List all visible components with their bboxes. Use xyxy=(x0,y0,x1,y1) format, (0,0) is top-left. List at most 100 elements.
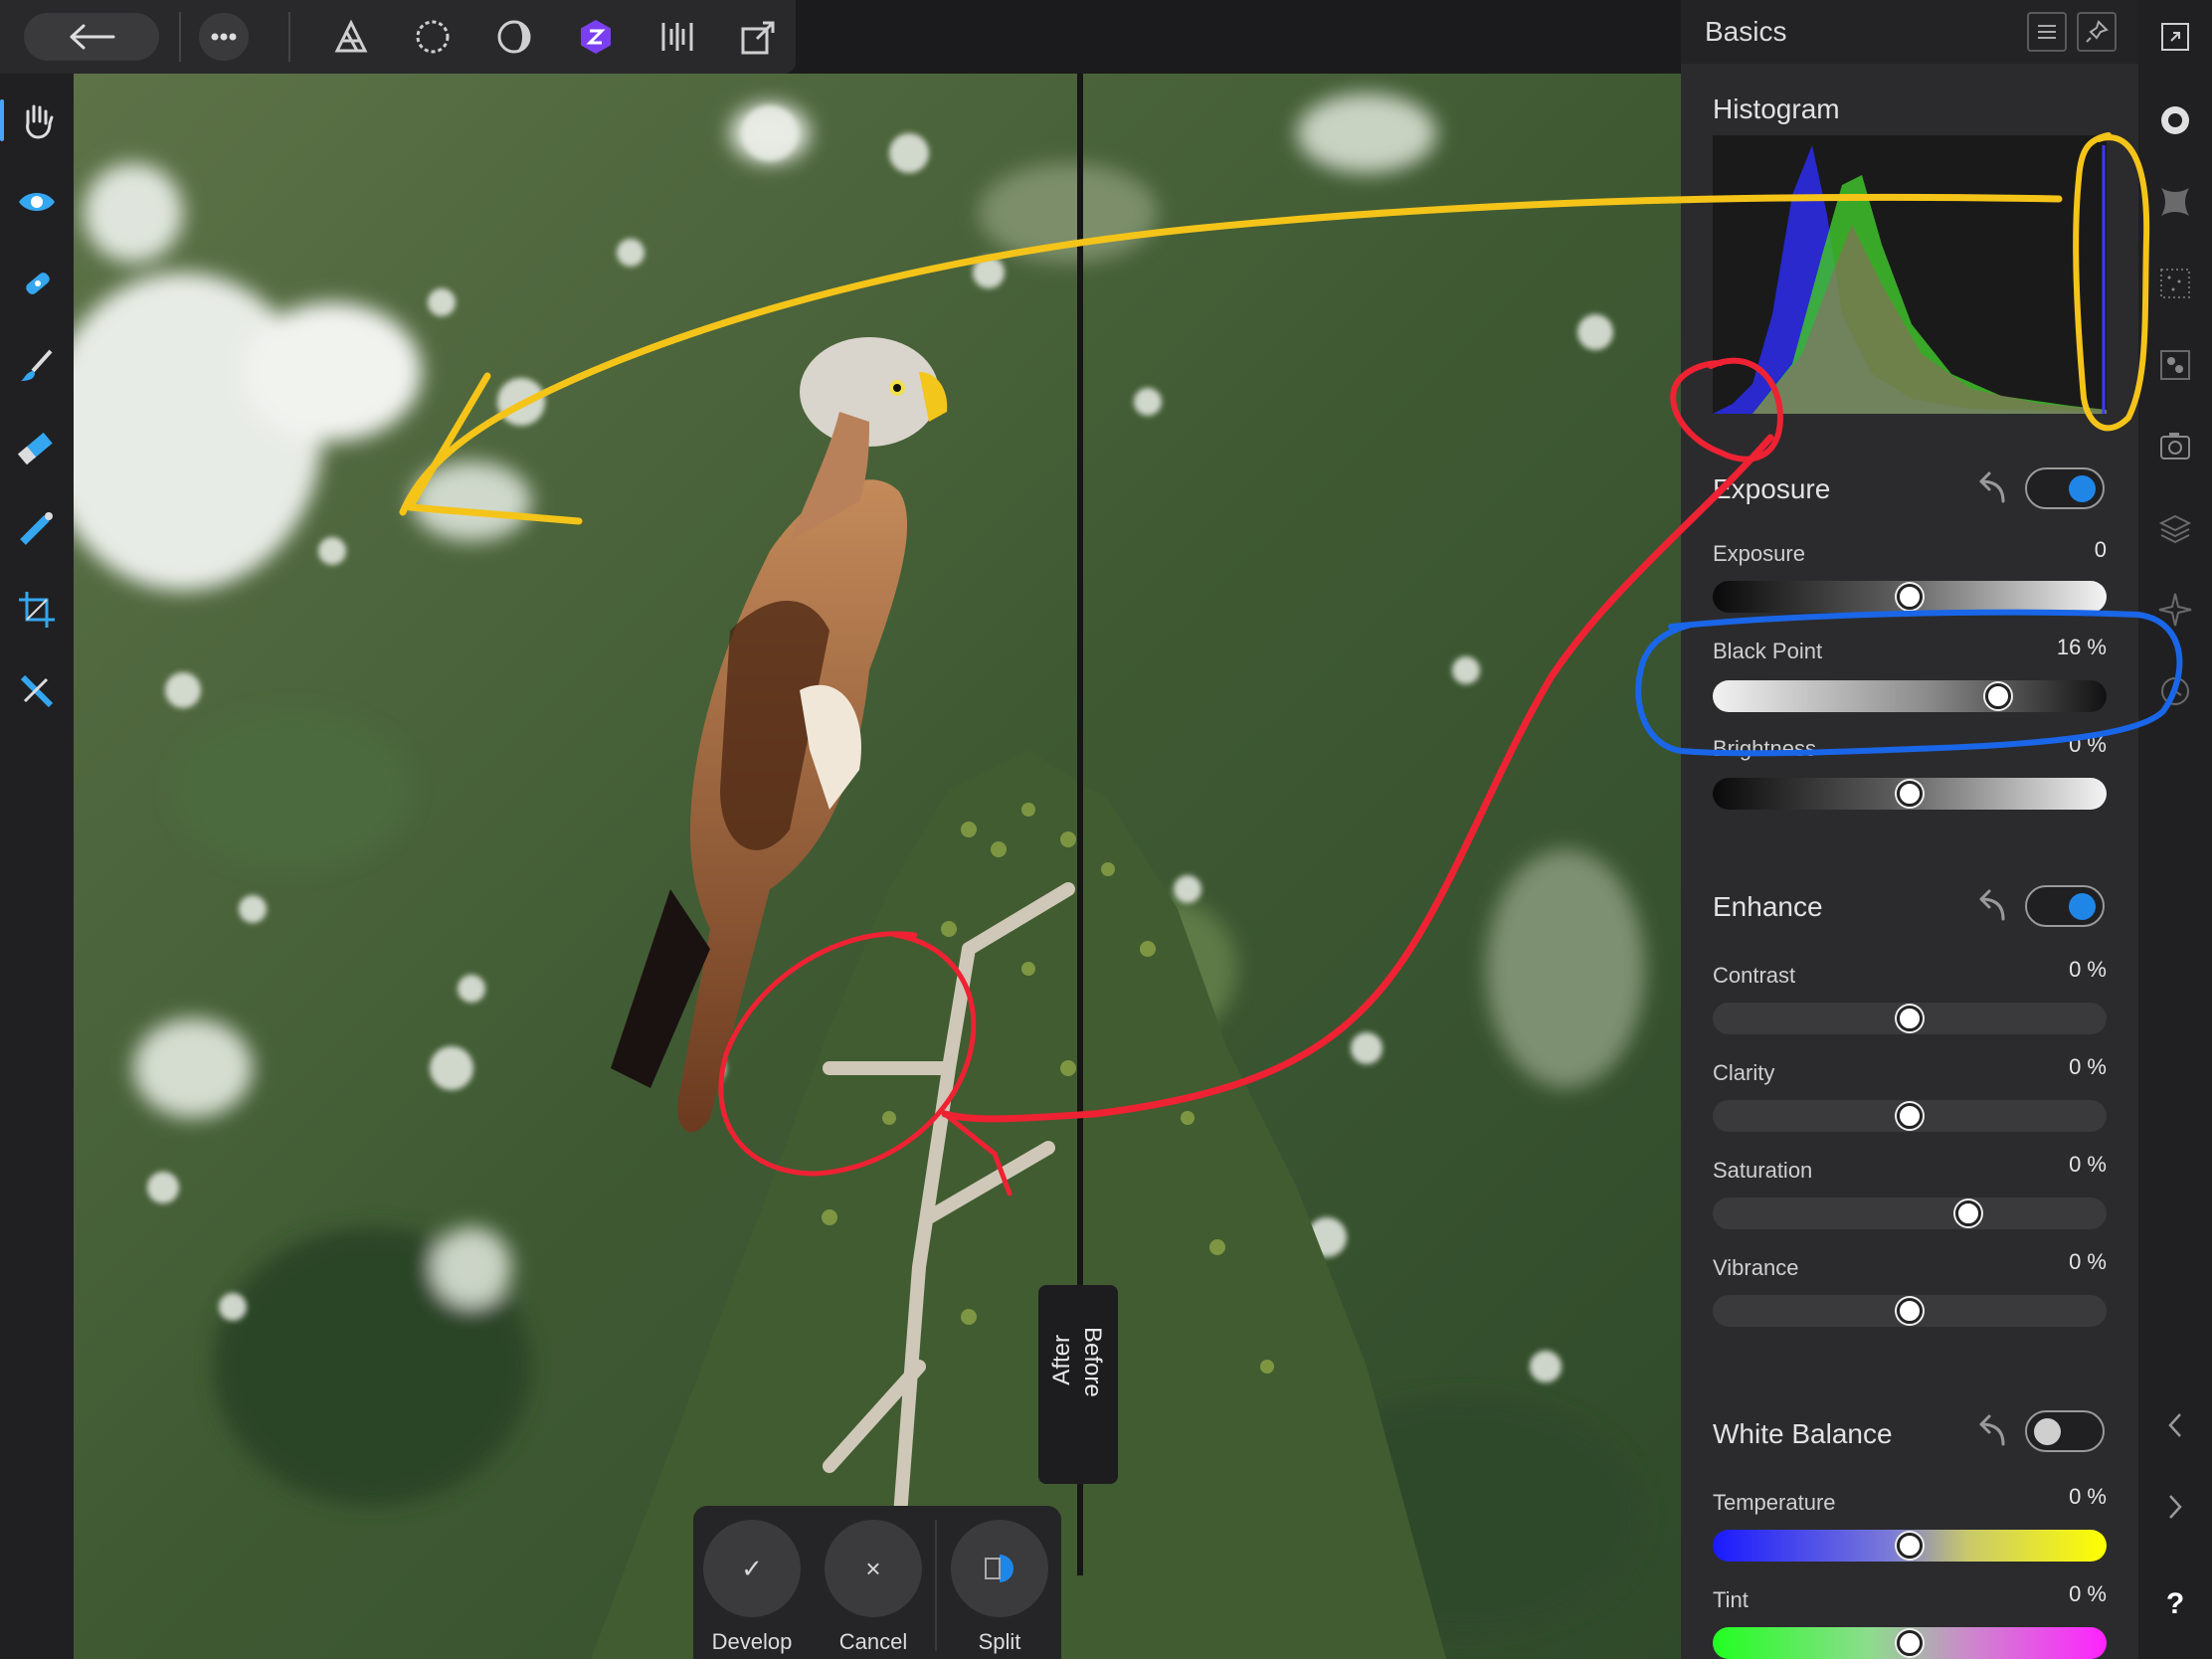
tone-mapping-icon xyxy=(661,23,693,51)
slider-thumb[interactable] xyxy=(1897,1533,1923,1559)
saturation-value: 0 % xyxy=(2069,1152,2107,1177)
temperature-slider[interactable] xyxy=(1713,1530,2107,1562)
panel-menu-button[interactable] xyxy=(2027,12,2067,52)
slider-thumb[interactable] xyxy=(1897,1630,1923,1656)
healing-tool[interactable] xyxy=(10,257,64,310)
exposure-slider[interactable] xyxy=(1713,581,2107,613)
layers-studio-button[interactable] xyxy=(2152,505,2198,551)
photo-persona-button[interactable] xyxy=(324,13,378,61)
collapse-left-button[interactable] xyxy=(2152,1402,2198,1448)
saturation-slider[interactable] xyxy=(1713,1198,2107,1229)
develop-persona-button[interactable] xyxy=(487,13,541,61)
hand-tool[interactable] xyxy=(0,93,64,147)
exposure-reset-button[interactable] xyxy=(1969,467,2009,507)
eraser-tool[interactable] xyxy=(10,420,64,473)
split-view-icon xyxy=(951,1520,1048,1617)
slider-thumb[interactable] xyxy=(1984,683,2011,709)
red-eye-tool[interactable] xyxy=(10,175,64,229)
develop-persona-icon xyxy=(497,20,531,54)
clarity-slider[interactable] xyxy=(1713,1100,2107,1132)
histogram-title: Histogram xyxy=(1713,93,1840,124)
slider-thumb[interactable] xyxy=(1897,584,1923,610)
exposure-toggle[interactable] xyxy=(2025,467,2105,509)
help-button[interactable]: ? xyxy=(2152,1581,2198,1627)
white-balance-toggle[interactable] xyxy=(2025,1410,2105,1452)
healing-tool-icon xyxy=(26,273,50,294)
brush-tool-icon xyxy=(21,349,53,381)
vibrance-label: Vibrance xyxy=(1713,1255,1799,1280)
panel-pin-button[interactable] xyxy=(2077,12,2117,52)
details-studio-button[interactable] xyxy=(2152,342,2198,388)
expand-right-button[interactable] xyxy=(2152,1484,2198,1530)
back-button[interactable] xyxy=(24,13,159,61)
enhance-reset-button[interactable] xyxy=(1969,885,2009,925)
crop-tool-icon xyxy=(19,592,55,628)
toolbar-separator xyxy=(179,12,181,62)
cancel-button[interactable]: × Cancel xyxy=(824,1520,923,1655)
exposure-label: Exposure xyxy=(1713,541,1805,566)
before-label: Before xyxy=(1079,1327,1106,1397)
black-point-value: 16 % xyxy=(2056,635,2107,659)
develop-active-button[interactable] xyxy=(569,13,623,61)
liquify-persona-button[interactable] xyxy=(406,13,460,61)
temperature-value: 0 % xyxy=(2069,1484,2107,1509)
gradient-tool[interactable] xyxy=(10,501,64,555)
brightness-label: Brightness xyxy=(1713,736,1816,761)
slider-thumb[interactable] xyxy=(1897,1298,1923,1324)
brightness-value: 0 % xyxy=(2069,732,2107,757)
tone-mapping-button[interactable] xyxy=(650,13,704,61)
tint-slider[interactable] xyxy=(1713,1627,2107,1659)
history-studio-button[interactable] xyxy=(2152,668,2198,714)
develop-label: Develop xyxy=(711,1629,793,1654)
slider-thumb[interactable] xyxy=(1897,781,1923,807)
checkmark-icon: ✓ xyxy=(703,1520,801,1617)
split-button[interactable]: Split xyxy=(950,1520,1049,1655)
fullscreen-button[interactable] xyxy=(2152,14,2198,60)
more-dots-icon xyxy=(211,33,237,41)
action-bar: ✓ Develop × Cancel Split xyxy=(693,1506,1061,1659)
details-studio-icon xyxy=(2160,350,2190,380)
brightness-slider[interactable] xyxy=(1713,778,2107,810)
noise-studio-icon xyxy=(2160,269,2190,298)
enhance-toggle[interactable] xyxy=(2025,885,2105,927)
develop-button[interactable]: ✓ Develop xyxy=(702,1520,802,1655)
panel-header: Basics xyxy=(1681,0,2138,64)
photo-canvas[interactable]: After Before xyxy=(74,74,1681,1659)
red-eye-tool-icon xyxy=(19,193,55,211)
basics-studio-button[interactable] xyxy=(2152,97,2198,143)
contrast-label: Contrast xyxy=(1713,963,1796,988)
undo-icon xyxy=(1979,471,2005,503)
basics-panel: Basics Histogram Exposure Exposure 0 Bla… xyxy=(1681,0,2138,1659)
slider-thumb[interactable] xyxy=(1897,1006,1923,1031)
fullscreen-icon xyxy=(2161,23,2189,51)
vibrance-slider[interactable] xyxy=(1713,1295,2107,1327)
cancel-label: Cancel xyxy=(838,1629,908,1654)
slider-thumb[interactable] xyxy=(1955,1200,1982,1226)
after-before-handle[interactable]: After Before xyxy=(1038,1285,1118,1484)
contrast-slider[interactable] xyxy=(1713,1003,2107,1034)
panel-title: Basics xyxy=(1705,16,1787,47)
more-button[interactable] xyxy=(199,13,249,61)
toolbar-separator xyxy=(288,12,290,62)
navigator-studio-icon xyxy=(2158,593,2192,627)
white-balance-reset-button[interactable] xyxy=(1969,1410,2009,1450)
action-separator xyxy=(935,1520,937,1651)
crop-tool[interactable] xyxy=(10,583,64,637)
export-persona-button[interactable] xyxy=(732,13,786,61)
hand-tool-icon xyxy=(26,104,54,139)
eraser-tool-icon xyxy=(17,432,53,465)
overlays-studio-icon xyxy=(2160,433,2190,460)
lens-studio-button[interactable] xyxy=(2152,179,2198,225)
slider-thumb[interactable] xyxy=(1897,1103,1923,1129)
saturation-label: Saturation xyxy=(1713,1158,1813,1183)
navigator-studio-button[interactable] xyxy=(2152,587,2198,633)
overlays-studio-button[interactable] xyxy=(2152,424,2198,469)
brush-tool[interactable] xyxy=(10,338,64,392)
overlay-tool[interactable] xyxy=(10,664,64,718)
export-persona-icon xyxy=(741,21,775,55)
after-label: After xyxy=(1048,1335,1075,1385)
studio-strip: ? xyxy=(2138,0,2212,1659)
black-point-slider[interactable] xyxy=(1713,680,2107,712)
white-balance-section-title: White Balance xyxy=(1713,1418,1893,1449)
noise-studio-button[interactable] xyxy=(2152,261,2198,306)
